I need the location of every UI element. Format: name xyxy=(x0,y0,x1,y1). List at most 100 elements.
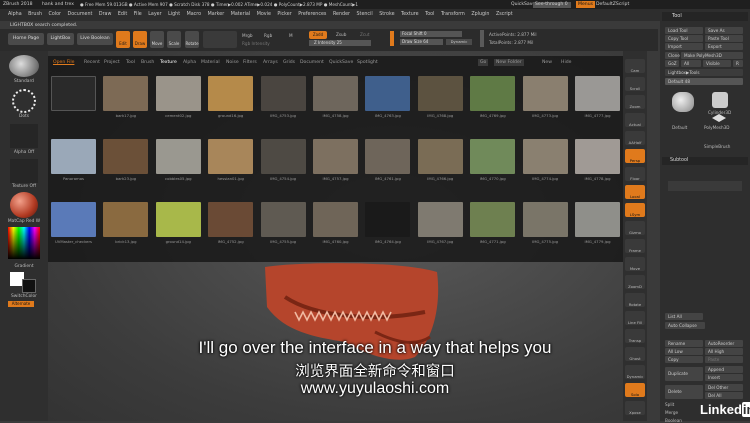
list-all-button[interactable]: List All xyxy=(665,313,703,320)
shelf-button-frame[interactable]: Frame xyxy=(625,239,645,253)
menu-item-picker[interactable]: Picker xyxy=(277,12,291,17)
lightbox-thumbnail[interactable] xyxy=(208,76,254,111)
tab-tool[interactable]: Tool xyxy=(126,56,135,70)
inactive-brush-slot[interactable] xyxy=(203,31,237,48)
lightbox-thumbnail[interactable] xyxy=(313,76,358,111)
shelf-button-xpose[interactable]: Xpose xyxy=(625,401,645,415)
tab-noise[interactable]: Noise xyxy=(226,56,239,70)
menu-item-transform[interactable]: Transform xyxy=(441,12,465,17)
menu-item-brush[interactable]: Brush xyxy=(28,12,42,17)
focal-shift-slider[interactable]: Focal Shift 0 xyxy=(400,31,462,37)
menu-item-light[interactable]: Light xyxy=(168,12,180,17)
lightbox-thumbnail[interactable] xyxy=(103,139,149,174)
auto-collapse-button[interactable]: Auto Collapse xyxy=(665,322,705,329)
menu-item-movie[interactable]: Movie xyxy=(257,12,271,17)
menu-item-draw[interactable]: Draw xyxy=(99,12,112,17)
default-zscript[interactable]: DefaultZScript xyxy=(596,0,629,9)
subtool-item-active[interactable] xyxy=(668,181,742,191)
new-folder-button[interactable]: New Folder xyxy=(494,59,524,66)
lightbox-thumbnail[interactable] xyxy=(260,76,306,111)
export-button[interactable]: Export xyxy=(705,43,743,50)
menu-item-edit[interactable]: Edit xyxy=(118,12,127,17)
paste-tool-button[interactable]: Paste Tool xyxy=(705,35,743,42)
merge-section[interactable]: Merge xyxy=(665,410,678,415)
gradient-label[interactable]: Gradient xyxy=(0,264,48,269)
tab-material[interactable]: Material xyxy=(201,56,220,70)
polymesh-star-icon[interactable] xyxy=(712,114,726,122)
tab-quicksave[interactable]: QuickSave xyxy=(329,56,353,70)
zcut-button[interactable]: Zcut xyxy=(360,32,369,37)
menu-item-file[interactable]: File xyxy=(134,12,142,17)
shelf-button-aahalf[interactable]: AAHalf xyxy=(625,131,645,145)
menu-item-stroke[interactable]: Stroke xyxy=(379,12,394,17)
shelf-button-floor[interactable]: Floor xyxy=(625,167,645,181)
lightbox-thumbnail[interactable] xyxy=(575,76,620,111)
shelf-button-gizmo[interactable]: Gizmo xyxy=(625,221,645,235)
tab-grids[interactable]: Grids xyxy=(283,56,295,70)
rgb-intensity-slider[interactable]: Rgb Intensity xyxy=(242,41,270,46)
new-button[interactable]: New xyxy=(542,56,552,70)
dynamic-button[interactable]: Dynamic xyxy=(446,39,472,45)
menu-item-zscript[interactable]: Zscript xyxy=(496,12,513,17)
menu-item-marker[interactable]: Marker xyxy=(208,12,225,17)
import-button[interactable]: Import xyxy=(665,43,703,50)
tab-filters[interactable]: Filters xyxy=(243,56,257,70)
menu-item-layer[interactable]: Layer xyxy=(148,12,161,17)
live-boolean-button[interactable]: Live Boolean xyxy=(77,33,113,45)
lightbox-thumbnail[interactable] xyxy=(208,202,254,237)
lightbox-tools-button[interactable]: Lightbox▶Tools xyxy=(665,69,743,76)
menu-item-material[interactable]: Material xyxy=(231,12,251,17)
lightbox-thumbnail[interactable] xyxy=(260,202,306,237)
see-through-slider[interactable]: See-through 0 xyxy=(533,1,571,8)
lightbox-thumbnail[interactable] xyxy=(365,202,411,237)
menu-item-document[interactable]: Document xyxy=(68,12,93,17)
lightbox-thumbnail[interactable] xyxy=(155,76,201,111)
menus-button[interactable]: Menus xyxy=(576,1,596,8)
menu-item-color[interactable]: Color xyxy=(48,12,61,17)
menu-item-preferences[interactable]: Preferences xyxy=(298,12,326,17)
shelf-button-cam[interactable]: Cam xyxy=(625,59,645,73)
lightbox-thumbnail[interactable] xyxy=(575,139,620,174)
tab-arrays[interactable]: Arrays xyxy=(263,56,278,70)
menu-item-zplugin[interactable]: Zplugin xyxy=(471,12,489,17)
shelf-button-persp[interactable]: Persp xyxy=(625,149,645,163)
shelf-button-zoom[interactable]: Zoom xyxy=(625,95,645,109)
lightbox-thumbnail[interactable] xyxy=(103,202,149,237)
rgb-button[interactable]: Rgb xyxy=(264,33,272,38)
lightbox-thumbnail[interactable] xyxy=(575,202,620,237)
move-button[interactable]: Move xyxy=(150,31,164,48)
menu-item-texture[interactable]: Texture xyxy=(401,12,419,17)
lightbox-thumbnail[interactable] xyxy=(417,76,463,111)
split-section[interactable]: Split xyxy=(665,402,674,407)
current-tool-thumbnail[interactable] xyxy=(672,92,694,112)
tab-alpha[interactable]: Alpha xyxy=(183,56,196,70)
lightbox-thumbnail[interactable] xyxy=(155,202,201,237)
lightbox-thumbnail[interactable] xyxy=(260,139,306,174)
color-picker[interactable] xyxy=(8,227,40,259)
secondary-color-swatch[interactable] xyxy=(22,279,36,293)
lightbox-thumbnail[interactable] xyxy=(365,139,411,174)
clone-button[interactable]: Clone xyxy=(665,52,680,59)
menu-item-alpha[interactable]: Alpha xyxy=(8,12,22,17)
lightbox-thumbnail[interactable] xyxy=(313,139,358,174)
texture-off-icon[interactable] xyxy=(10,159,38,183)
tool-panel-title[interactable]: Tool xyxy=(662,12,748,21)
lightbox-thumbnail[interactable] xyxy=(417,139,463,174)
menu-item-tool[interactable]: Tool xyxy=(425,12,434,17)
menu-item-render[interactable]: Render xyxy=(333,12,350,17)
shelf-button-line-fill[interactable]: Line Fill xyxy=(625,311,645,325)
mrgb-button[interactable]: Mrgb xyxy=(242,33,253,38)
edit-button[interactable]: Edit xyxy=(116,31,130,48)
lightbox-thumbnail[interactable] xyxy=(470,76,516,111)
tab-project[interactable]: Project xyxy=(104,56,120,70)
lightbox-thumbnail[interactable] xyxy=(522,202,568,237)
scale-button[interactable]: Scale xyxy=(167,31,181,48)
goz-r-button[interactable]: R xyxy=(733,60,743,67)
lightbox-thumbnail[interactable] xyxy=(155,139,201,174)
quicksave-button[interactable]: QuickSave xyxy=(511,0,535,9)
tab-document[interactable]: Document xyxy=(300,56,324,70)
make-polymesh-button[interactable]: Make PolyMesh3D xyxy=(681,52,743,59)
zsub-button[interactable]: Zsub xyxy=(336,32,346,37)
m-button[interactable]: M xyxy=(289,33,293,38)
draw-button[interactable]: Draw xyxy=(133,31,147,48)
